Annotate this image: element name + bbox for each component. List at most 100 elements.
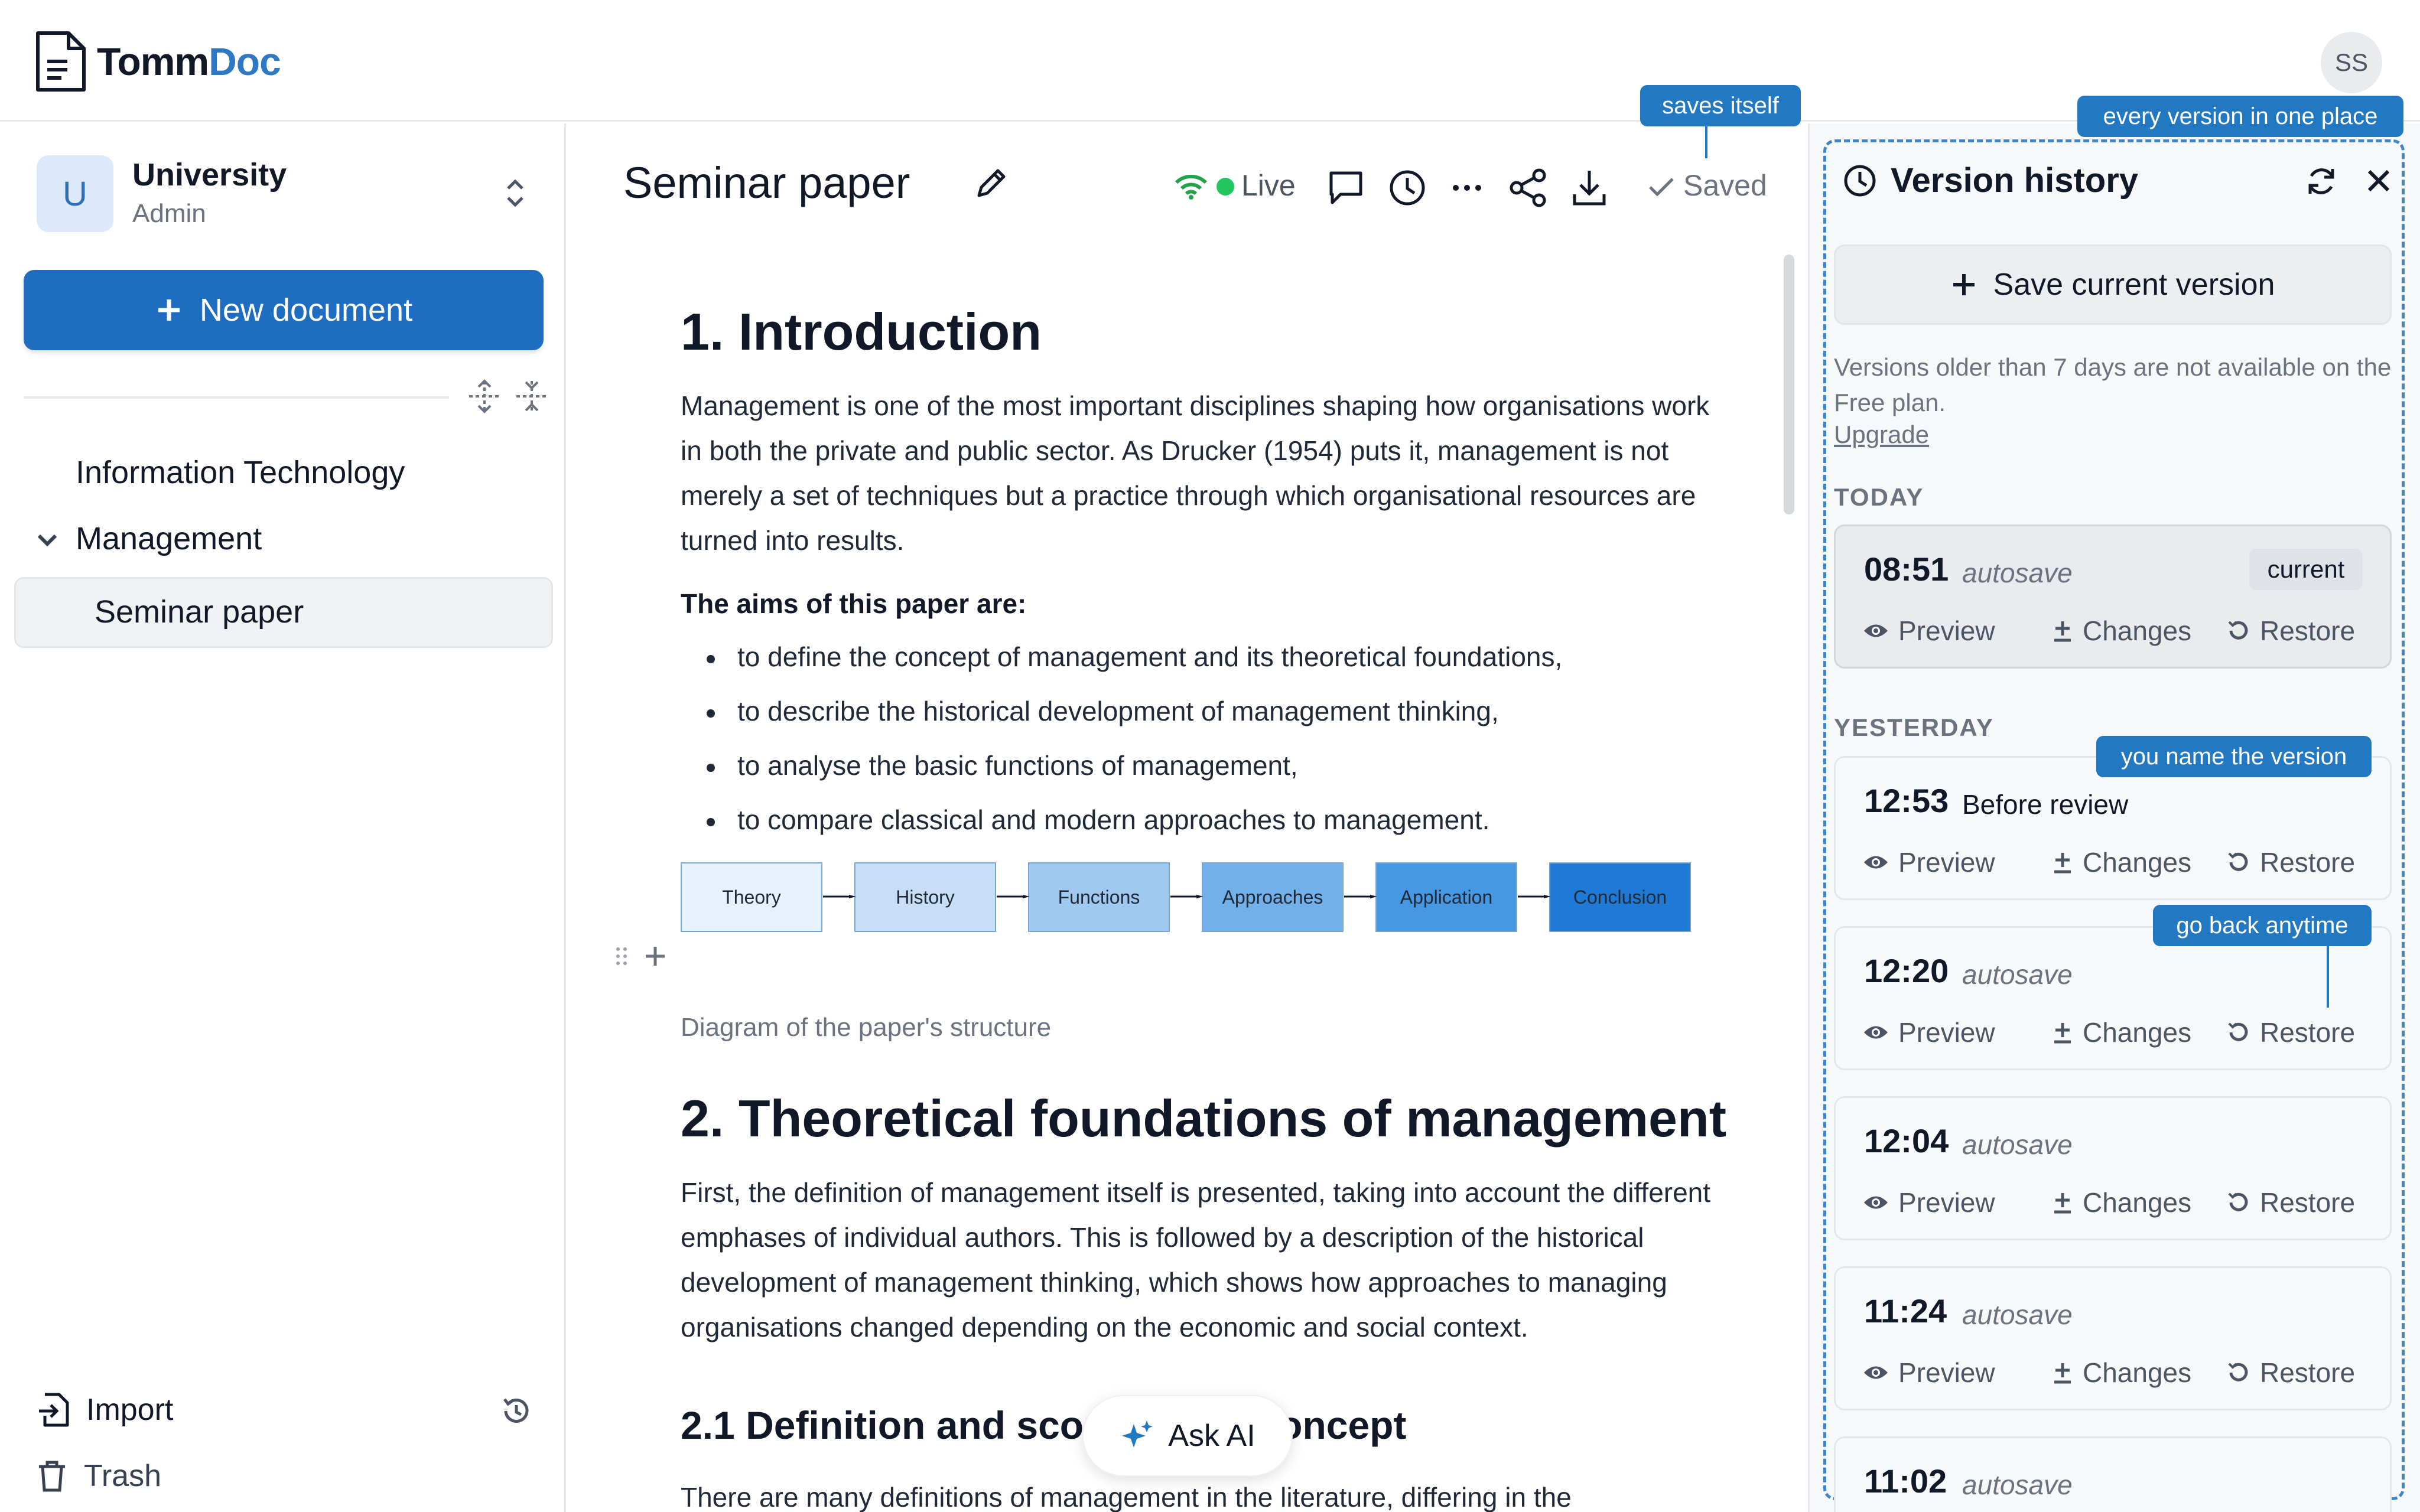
history-restore-icon[interactable] [500,1394,533,1428]
ask-ai-button[interactable]: Ask AI [1082,1395,1293,1477]
version-card[interactable]: 11:02 autosave [1834,1436,2392,1512]
changes-label: Changes [2083,1187,2192,1218]
changes-button[interactable]: Changes [2052,1187,2191,1218]
preview-label: Preview [1898,1017,1995,1048]
version-time: 11:24 [1864,1292,1947,1329]
ask-ai-label: Ask AI [1168,1419,1255,1453]
diagram-arrow [1344,895,1377,898]
restore-button[interactable]: Restore [2226,1187,2355,1218]
document-title[interactable]: Seminar paper [623,158,910,208]
version-time: 08:51 [1864,550,1949,588]
user-avatar[interactable]: SS [2321,32,2382,93]
tree-item-management[interactable]: Management [76,520,262,557]
changes-label: Changes [2083,615,2192,646]
saved-check-icon [1647,175,1676,199]
history-clock-icon[interactable] [1388,168,1427,207]
diagram-step-approaches: Approaches [1202,862,1344,932]
save-current-version-label: Save current version [1993,268,2275,302]
expand-all-icon[interactable] [467,379,502,414]
callout-you-name-version: you name the version [2096,736,2372,777]
restore-label: Restore [2260,1357,2356,1388]
current-badge: current [2249,549,2363,590]
version-card[interactable]: 11:24 autosave Preview Changes Restore [1834,1266,2392,1410]
restore-button[interactable]: Restore [2226,1016,2355,1048]
version-label: autosave [1962,1299,2073,1330]
preview-label: Preview [1898,847,1995,878]
top-bar: TommDoc SS [0,0,2420,122]
restore-label: Restore [2260,847,2356,878]
comment-icon[interactable] [1328,170,1364,206]
editor-scrollbar[interactable] [1784,255,1794,514]
eye-icon [1864,1366,1888,1379]
restore-button[interactable]: Restore [2226,1357,2355,1389]
version-label: autosave [1962,558,2073,588]
changes-label: Changes [2083,1357,2192,1388]
edit-title-pencil-icon[interactable] [972,165,1010,203]
section2-paragraph: First, the definition of management itse… [681,1177,1711,1342]
chevron-down-icon[interactable] [34,529,60,552]
version-time: 12:20 [1864,952,1949,989]
refresh-icon[interactable] [2304,164,2338,198]
eye-icon [1864,1196,1888,1209]
drag-handle-icon[interactable] [615,946,628,967]
version-card[interactable]: 12:20 autosave Preview Changes Restore [1834,926,2392,1070]
import-button[interactable]: Import [37,1392,173,1428]
eye-icon [1864,624,1888,637]
editor-area: Seminar paper Live Saved 1. Introduction… [568,123,1806,1512]
workspace-switcher-icon[interactable] [503,175,527,211]
close-icon[interactable] [2364,167,2393,195]
upgrade-link[interactable]: Upgrade [1834,421,1929,449]
document-logo-icon[interactable] [34,30,87,93]
version-card[interactable]: 12:04 autosave Preview Changes Restore [1834,1096,2392,1240]
diagram-arrow [997,895,1030,898]
tree-item-information-technology[interactable]: Information Technology [76,454,405,491]
preview-button[interactable]: Preview [1863,1187,1995,1218]
callout-connector [1705,126,1707,158]
aim-item: to define the concept of management and … [706,641,1563,672]
download-icon[interactable] [1571,168,1608,207]
changes-label: Changes [2083,1017,2192,1048]
preview-button[interactable]: Preview [1863,1016,1995,1048]
workspace-name[interactable]: University [132,157,287,193]
changes-button[interactable]: Changes [2052,615,2191,647]
workspace-avatar[interactable]: U [37,155,113,232]
heading-definition-scope: 2.1 Definition and scope of the concept [681,1403,1407,1447]
share-icon[interactable] [1510,168,1547,207]
app-logo-text[interactable]: TommDoc [97,39,281,84]
changes-label: Changes [2083,847,2192,878]
collapse-all-icon[interactable] [514,379,549,414]
diagram-caption: Diagram of the paper's structure [681,1013,1052,1042]
preview-button[interactable]: Preview [1863,1357,1995,1389]
changes-button[interactable]: Changes [2052,1016,2191,1048]
version-label: autosave [1962,1469,2073,1500]
save-current-version-button[interactable]: Save current version [1834,245,2392,325]
logo-part1: Tomm [97,40,209,83]
trash-button[interactable]: Trash [37,1458,161,1494]
restore-icon [2228,852,2248,871]
changes-button[interactable]: Changes [2052,1357,2191,1389]
section2-1-paragraph: There are many definitions of management… [681,1482,1572,1512]
changes-button[interactable]: Changes [2052,846,2191,878]
restore-button[interactable]: Restore [2226,615,2355,647]
plan-limit-note: Versions older than 7 days are not avail… [1834,353,2392,416]
callout-saves-itself: saves itself [1640,85,1801,126]
aim-item: to analyse the basic functions of manage… [707,750,1298,781]
restore-button[interactable]: Restore [2226,846,2355,878]
tree-item-seminar-paper-label: Seminar paper [95,594,304,630]
section-today: TODAY [1834,483,1924,511]
new-document-button[interactable]: New document [24,270,544,350]
preview-button[interactable]: Preview [1863,846,1995,878]
preview-button[interactable]: Preview [1863,615,1995,647]
live-status-label: Live [1241,169,1296,202]
diagram-arrow [1170,895,1204,898]
changes-icon [2054,853,2071,874]
restore-icon [2228,1022,2248,1041]
version-card[interactable]: 12:53 Before review Preview Changes Rest… [1834,756,2392,900]
sidebar: U University Admin New document Informat… [0,123,566,1512]
version-card-current[interactable]: 08:51 autosave current Preview Changes R… [1834,524,2392,669]
intro-paragraph: Management is one of the most important … [681,390,1710,556]
version-time: 11:02 [1864,1462,1947,1500]
more-options-icon[interactable] [1452,184,1482,192]
restore-icon [2228,1363,2248,1381]
add-block-plus-icon[interactable] [643,944,667,968]
